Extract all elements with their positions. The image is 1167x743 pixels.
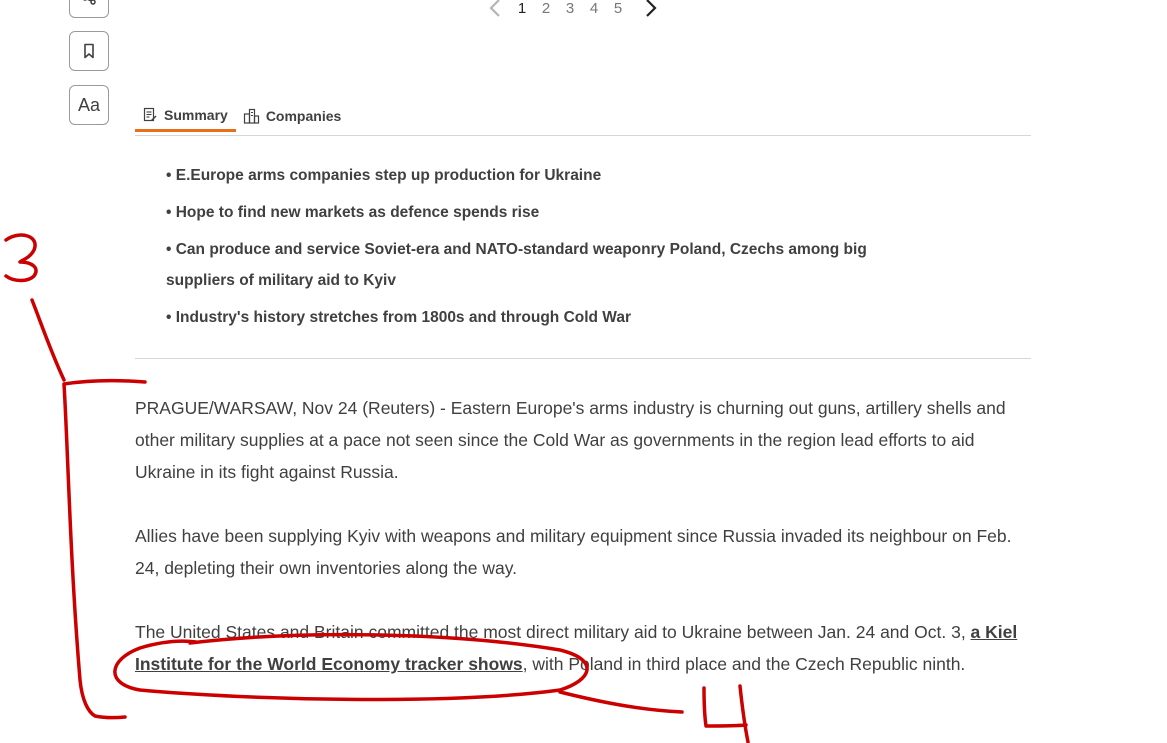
page-5[interactable]: 5 bbox=[606, 0, 630, 17]
annotation-pointer-stroke bbox=[30, 298, 66, 382]
bookmark-button[interactable] bbox=[69, 31, 109, 71]
summary-bullet: • Industry's history stretches from 1800… bbox=[166, 309, 632, 326]
summary-list: • E.Europe arms companies step up produc… bbox=[166, 160, 886, 339]
text-size-button[interactable]: Aa bbox=[69, 85, 109, 125]
share-button[interactable] bbox=[69, 0, 109, 18]
summary-bullet: • E.Europe arms companies step up produc… bbox=[166, 167, 602, 184]
paragraph-text: , with Poland in third place and the Cze… bbox=[522, 654, 966, 674]
article-paragraph: PRAGUE/WARSAW, Nov 24 (Reuters) - Easter… bbox=[135, 398, 1006, 482]
tab-companies[interactable]: Companies bbox=[236, 100, 349, 132]
article-paragraph: Allies have been supplying Kyiv with wea… bbox=[135, 526, 1012, 578]
article-paragraph: The United States and Britain committed … bbox=[135, 616, 1035, 680]
tab-companies-label: Companies bbox=[265, 108, 342, 124]
chevron-left-icon bbox=[489, 0, 500, 17]
pagination: 1 2 3 4 5 bbox=[480, 0, 666, 20]
annotation-number-3 bbox=[4, 233, 38, 283]
summary-icon bbox=[143, 107, 157, 121]
page-1[interactable]: 1 bbox=[510, 0, 534, 17]
companies-icon bbox=[243, 108, 259, 124]
summary-bullet: • Can produce and service Soviet-era and… bbox=[166, 241, 867, 289]
tab-summary-label: Summary bbox=[164, 106, 228, 123]
summary-divider bbox=[135, 358, 1031, 359]
article-body: PRAGUE/WARSAW, Nov 24 (Reuters) - Easter… bbox=[135, 392, 1035, 712]
share-icon bbox=[83, 0, 96, 5]
annotation-bracket bbox=[62, 378, 147, 720]
chevron-right-icon bbox=[646, 0, 657, 17]
next-page-button[interactable] bbox=[636, 0, 666, 18]
page-4[interactable]: 4 bbox=[582, 0, 606, 17]
prev-page-button[interactable] bbox=[480, 0, 510, 18]
summary-bullet: • Hope to find new markets as defence sp… bbox=[166, 204, 540, 221]
summary-tabs: Summary Companies bbox=[135, 100, 1031, 136]
bookmark-icon bbox=[84, 43, 94, 59]
page-2[interactable]: 2 bbox=[534, 0, 558, 17]
text-size-label: Aa bbox=[77, 94, 101, 115]
page-3[interactable]: 3 bbox=[558, 0, 582, 17]
paragraph-text: The United States and Britain committed … bbox=[135, 622, 971, 642]
tab-summary[interactable]: Summary bbox=[135, 100, 236, 132]
